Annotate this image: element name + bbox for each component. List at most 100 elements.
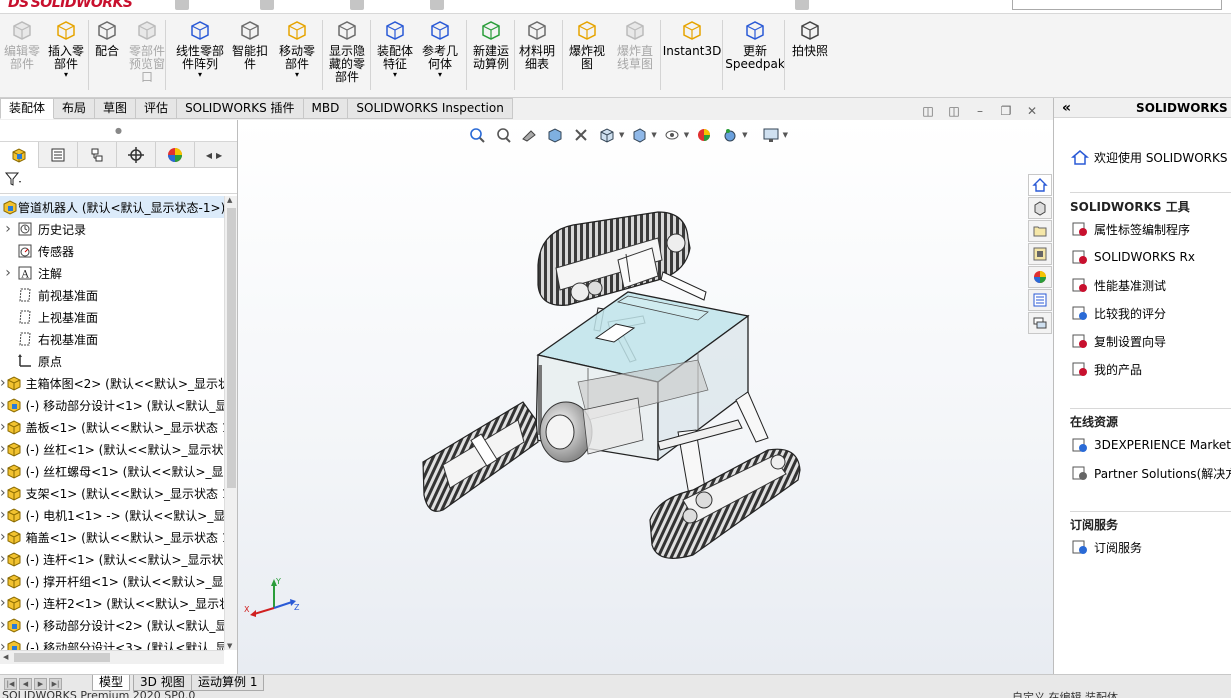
- appearances-tab-icon[interactable]: [1028, 266, 1052, 288]
- tree-item[interactable]: › 支架<1> (默认<<默认>_显示状态 1>): [0, 482, 224, 504]
- panel-scroll-arrows[interactable]: ◀ ▶: [195, 142, 233, 168]
- tree-item[interactable]: ›(-) 移动部分设计<2> (默认<默认_显示状态-1>): [0, 614, 224, 636]
- toolbar-button[interactable]: 新建运动算例: [470, 18, 512, 71]
- task-pane-link[interactable]: 3DEXPERIENCE Marketplace: [1070, 436, 1231, 454]
- tab-3[interactable]: 评估: [136, 98, 178, 119]
- select-icon[interactable]: [795, 0, 809, 10]
- save-icon[interactable]: [350, 0, 364, 10]
- chevron-down-icon[interactable]: ▼: [619, 131, 624, 139]
- minimize-icon[interactable]: –: [972, 104, 988, 118]
- tree-item[interactable]: › A 注解: [0, 262, 224, 284]
- property-manager-tab[interactable]: [39, 142, 78, 168]
- zoom-to-area-icon[interactable]: [492, 125, 514, 145]
- previous-view-icon[interactable]: [518, 125, 540, 145]
- toolbar-button[interactable]: 拍快照: [790, 18, 830, 58]
- toolbar-button[interactable]: 爆炸视图: [567, 18, 607, 71]
- tree-root-assembly[interactable]: 管道机器人 (默认<默认_显示状态-1>): [0, 196, 224, 218]
- tree-item[interactable]: 原点: [0, 350, 224, 372]
- expand-chevron-icon[interactable]: ›: [0, 265, 16, 281]
- close-icon[interactable]: ✕: [1024, 104, 1040, 118]
- robot-model-view[interactable]: [238, 120, 1053, 674]
- tree-horizontal-scrollbar[interactable]: ◀: [0, 650, 224, 664]
- tree-item[interactable]: › 箱盖<1> (默认<<默认>_显示状态 1>): [0, 526, 224, 548]
- tree-item[interactable]: 前视基准面: [0, 284, 224, 306]
- toolbar-button[interactable]: 装配体特征 ▾: [374, 18, 416, 79]
- hide-show-items-icon[interactable]: [661, 125, 683, 145]
- filter-icon[interactable]: [4, 171, 22, 190]
- tree-item[interactable]: ›(-) 撑开杆组<1> (默认<<默认>_显示状态 1>): [0, 570, 224, 592]
- toolbar-button[interactable]: Instant3D: [663, 18, 721, 58]
- task-pane-link[interactable]: 复制设置向导: [1070, 332, 1166, 350]
- tree-item[interactable]: ›(-) 连杆2<1> (默认<<默认>_显示状态 1>): [0, 592, 224, 614]
- task-pane-link[interactable]: Partner Solutions(解决方案合作伙伴): [1070, 464, 1231, 482]
- expand-chevron-icon[interactable]: ›: [0, 221, 16, 237]
- print-icon[interactable]: [430, 0, 444, 10]
- section-view-icon[interactable]: [544, 125, 566, 145]
- tile-left-icon[interactable]: ◫: [920, 104, 936, 118]
- view-settings-icon[interactable]: [760, 125, 782, 145]
- toolbar-button[interactable]: 编辑零部件: [4, 18, 40, 71]
- feature-manager-tab[interactable]: [0, 142, 39, 168]
- task-pane-link[interactable]: SOLIDWORKS Rx: [1070, 248, 1195, 266]
- tree-item[interactable]: › 盖板<1> (默认<<默认>_显示状态 1>): [0, 416, 224, 438]
- view-palette-tab-icon[interactable]: [1028, 243, 1052, 265]
- tree-vertical-scrollbar[interactable]: ▲ ▼: [224, 196, 237, 650]
- bottom-tab-2[interactable]: 运动算例 1: [191, 675, 265, 691]
- restore-icon[interactable]: ❐: [998, 104, 1014, 118]
- tab-1[interactable]: 布局: [54, 98, 96, 119]
- edit-appearance-icon[interactable]: [693, 125, 715, 145]
- tab-0[interactable]: 装配体: [0, 98, 55, 119]
- toolbar-button[interactable]: 参考几何体 ▾: [420, 18, 460, 79]
- left-track[interactable]: [422, 401, 539, 512]
- tree-item[interactable]: ›(-) 连杆<1> (默认<<默认>_显示状态 1>): [0, 548, 224, 570]
- bottom-track[interactable]: [649, 448, 801, 559]
- file-explorer-tab-icon[interactable]: [1028, 220, 1052, 242]
- chevron-down-icon[interactable]: ▼: [651, 131, 656, 139]
- tree-item[interactable]: ›(-) 丝杠<1> (默认<<默认>_显示状态 1>): [0, 438, 224, 460]
- scroll-left-icon[interactable]: ◀: [3, 653, 8, 661]
- tab-5[interactable]: MBD: [303, 98, 349, 119]
- zoom-to-fit-icon[interactable]: [466, 125, 488, 145]
- tab-2[interactable]: 草图: [95, 98, 137, 119]
- task-pane-link[interactable]: 订阅服务: [1070, 538, 1142, 556]
- tree-item[interactable]: 传感器: [0, 240, 224, 262]
- toolbar-button[interactable]: 更新Speedpak: [725, 18, 785, 71]
- new-icon[interactable]: [175, 0, 189, 10]
- tab-6[interactable]: SOLIDWORKS Inspection: [348, 98, 513, 119]
- view-orientation-icon[interactable]: [596, 125, 618, 145]
- toolbar-button[interactable]: 插入零部件 ▾: [46, 18, 86, 79]
- solidworks-logo[interactable]: DS SOLIDWORKS: [8, 0, 133, 11]
- toolbar-button[interactable]: 移动零部件 ▾: [275, 18, 319, 79]
- chevron-down-icon[interactable]: ▼: [742, 131, 747, 139]
- open-icon[interactable]: [260, 0, 274, 10]
- tree-item[interactable]: ›(-) 电机1<1> -> (默认<<默认>_显示状态 1>): [0, 504, 224, 526]
- toolbar-button[interactable]: 线性零部件阵列 ▾: [172, 18, 228, 79]
- toolbar-button[interactable]: 配合: [93, 18, 121, 58]
- custom-properties-tab-icon[interactable]: [1028, 289, 1052, 311]
- panel-splitter-grip[interactable]: ●: [0, 120, 237, 142]
- scroll-down-icon[interactable]: ▼: [227, 642, 232, 650]
- graphics-area[interactable]: Y X Z: [238, 120, 1053, 674]
- tree-item[interactable]: ›(-) 移动部分设计<1> (默认<默认_显示状态-1>): [0, 394, 224, 416]
- top-track[interactable]: [537, 211, 691, 306]
- chevron-down-icon[interactable]: ▼: [783, 131, 788, 139]
- tree-item[interactable]: ›(-) 丝杠螺母<1> (默认<<默认>_显示状态 1>): [0, 460, 224, 482]
- tree-item[interactable]: ›(-) 移动部分设计<3> (默认<默认_显示状态-1>): [0, 636, 224, 650]
- dynamic-annotation-icon[interactable]: [570, 125, 592, 145]
- search-input[interactable]: [1012, 0, 1222, 10]
- task-pane-link[interactable]: 性能基准测试: [1070, 276, 1166, 294]
- toolbar-button[interactable]: 显示隐藏的零部件: [326, 18, 368, 84]
- chevron-down-icon[interactable]: ▾: [438, 71, 442, 79]
- apply-scene-icon[interactable]: [719, 125, 741, 145]
- toolbar-button[interactable]: 爆炸直线草图: [613, 18, 657, 71]
- design-library-tab-icon[interactable]: [1028, 197, 1052, 219]
- task-pane-link[interactable]: 比较我的评分: [1070, 304, 1166, 322]
- chevron-down-icon[interactable]: ▾: [295, 71, 299, 79]
- tree-item[interactable]: 右视基准面: [0, 328, 224, 350]
- toolbar-button[interactable]: 零部件预览窗口: [126, 18, 168, 84]
- chevron-down-icon[interactable]: ▾: [64, 71, 68, 79]
- scroll-up-icon[interactable]: ▲: [227, 196, 232, 204]
- scrollbar-thumb[interactable]: [14, 653, 110, 662]
- tab-4[interactable]: SOLIDWORKS 插件: [177, 98, 304, 119]
- toolbar-button[interactable]: 智能扣件: [230, 18, 270, 71]
